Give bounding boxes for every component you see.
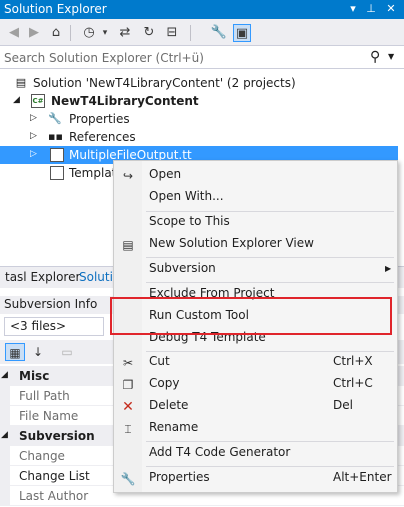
forward-arrow-icon[interactable]: ▶: [25, 24, 43, 42]
search-dropdown-icon[interactable]: ▼: [388, 52, 394, 61]
expanded-arrow-icon[interactable]: ◢: [13, 95, 20, 105]
close-icon[interactable]: ✕: [384, 2, 398, 16]
menu-item-shortcut: Alt+Enter: [333, 470, 392, 484]
solution-explorer-toolbar: ◀ ▶ ⌂ ◷ ▾ ⇄ ↻ ⊟ 🔧 ▣: [0, 19, 404, 46]
grid-row-name: Last Author: [19, 489, 89, 503]
alphabetical-sort-icon[interactable]: ↓: [28, 343, 48, 361]
tree-item-label: Solution 'NewT4LibraryContent' (2 projec…: [33, 76, 296, 90]
home-icon[interactable]: ⌂: [47, 24, 65, 42]
tree-item-properties[interactable]: ▷ 🔧 Properties: [0, 110, 398, 128]
submenu-arrow-icon: ▶: [385, 264, 392, 273]
menu-item-label: Open: [149, 167, 182, 181]
menu-item-properties[interactable]: 🔧 Properties Alt+Enter: [114, 467, 397, 489]
grid-row-margin: [0, 486, 10, 506]
grid-row-name: Misc: [19, 369, 50, 383]
menu-item-shortcut: Ctrl+C: [333, 376, 373, 390]
tree-item-references[interactable]: ▷ ▪▪ References: [0, 128, 398, 146]
property-pages-icon[interactable]: ▭: [57, 343, 77, 361]
menu-item-label: New Solution Explorer View: [149, 236, 314, 250]
tree-item-solution[interactable]: ▤ Solution 'NewT4LibraryContent' (2 proj…: [0, 74, 398, 92]
menu-item-delete[interactable]: ✕ Delete Del: [114, 395, 397, 417]
menu-item-label: Subversion: [149, 261, 216, 275]
wrench-icon: 🔧: [120, 472, 136, 486]
categorized-icon[interactable]: ▦: [5, 343, 25, 361]
menu-item-add-t4[interactable]: Add T4 Code Generator: [114, 442, 397, 464]
panel-title: Subversion Info: [4, 297, 98, 311]
grid-row-margin: [0, 466, 10, 486]
menu-item-open[interactable]: ↪ Open: [114, 164, 397, 186]
menu-item-shortcut: Del: [333, 398, 353, 412]
menu-item-cut[interactable]: ✂ Cut Ctrl+X: [114, 351, 397, 373]
menu-item-label: Add T4 Code Generator: [149, 445, 291, 459]
grid-row-margin: [0, 446, 10, 466]
collapse-all-icon[interactable]: ⊟: [163, 24, 181, 42]
copy-icon: ❐: [122, 378, 134, 392]
collapsed-arrow-icon[interactable]: ▷: [30, 149, 37, 159]
menu-item-copy[interactable]: ❐ Copy Ctrl+C: [114, 373, 397, 395]
collapse-arrow-icon[interactable]: ◢: [1, 370, 8, 380]
files-selector[interactable]: <3 files>: [4, 317, 104, 336]
menu-item-label: Delete: [149, 398, 189, 412]
menu-item-rename[interactable]: ⌶ Rename: [114, 417, 397, 439]
dropdown-arrow-icon[interactable]: ▾: [346, 2, 360, 16]
collapsed-arrow-icon[interactable]: ▷: [30, 131, 37, 141]
delete-x-icon: ✕: [122, 399, 134, 415]
search-icon[interactable]: ⚲: [370, 49, 380, 65]
open-file-icon: ↪: [122, 169, 134, 183]
rename-icon: ⌶: [124, 422, 132, 436]
grid-row-name: Subversion: [19, 429, 95, 443]
references-icon: ▪▪: [48, 130, 63, 143]
tree-item-label: References: [69, 130, 136, 144]
grid-row-margin: [0, 406, 10, 426]
tree-item-label: Properties: [69, 112, 130, 126]
history-dropdown-icon[interactable]: ▾: [96, 24, 114, 42]
grid-row-name: Change: [19, 449, 65, 463]
wrench-icon: 🔧: [48, 112, 62, 125]
file-icon: [50, 166, 64, 180]
sync-icon[interactable]: ⇄: [116, 24, 134, 42]
search-bar: ⚲ ▼: [0, 47, 404, 69]
new-view-icon: ▤: [122, 238, 134, 252]
title-bar: Solution Explorer ▾ ⊥ ✕: [0, 0, 404, 19]
preview-selected-icon[interactable]: ▣: [233, 24, 251, 42]
tab-task-explorer[interactable]: tasl Explorer: [5, 270, 80, 284]
tree-item-label: Templat: [69, 166, 117, 180]
pin-icon[interactable]: ⊥: [364, 2, 378, 16]
menu-item-label: Cut: [149, 354, 170, 368]
back-arrow-icon[interactable]: ◀: [5, 24, 23, 42]
menu-item-label: Properties: [149, 470, 210, 484]
annotation-highlight-box: [110, 297, 392, 335]
grid-row-name: Full Path: [19, 389, 70, 403]
toolbar-separator: [190, 25, 191, 41]
menu-item-subversion[interactable]: Subversion ▶: [114, 258, 397, 280]
menu-item-open-with[interactable]: Open With...: [114, 186, 397, 208]
menu-item-label: Copy: [149, 376, 180, 390]
grid-row-name: Change List: [19, 469, 90, 483]
menu-item-label: Rename: [149, 420, 199, 434]
selected-files-value: <3 files>: [10, 319, 67, 333]
menu-item-scope-to-this[interactable]: Scope to This: [114, 211, 397, 233]
grid-row-margin: [0, 386, 10, 406]
properties-wrench-icon[interactable]: 🔧: [210, 24, 228, 42]
solution-icon: ▤: [15, 76, 27, 89]
search-input[interactable]: [4, 48, 359, 67]
window-title: Solution Explorer: [4, 2, 107, 16]
tree-item-project[interactable]: ◢ C# NewT4LibraryContent: [0, 92, 398, 110]
file-icon: [50, 148, 64, 162]
scissors-icon: ✂: [122, 356, 134, 370]
collapse-arrow-icon[interactable]: ◢: [1, 430, 8, 440]
tree-item-label: NewT4LibraryContent: [51, 94, 199, 108]
csharp-project-icon: C#: [31, 94, 45, 108]
toolbar-separator: [70, 25, 71, 41]
collapsed-arrow-icon[interactable]: ▷: [30, 113, 37, 123]
menu-item-label: Open With...: [149, 189, 224, 203]
menu-item-label: Scope to This: [149, 214, 230, 228]
menu-item-new-view[interactable]: ▤ New Solution Explorer View: [114, 233, 397, 255]
menu-item-shortcut: Ctrl+X: [333, 354, 373, 368]
grid-row-name: File Name: [19, 409, 79, 423]
refresh-icon[interactable]: ↻: [140, 24, 158, 42]
